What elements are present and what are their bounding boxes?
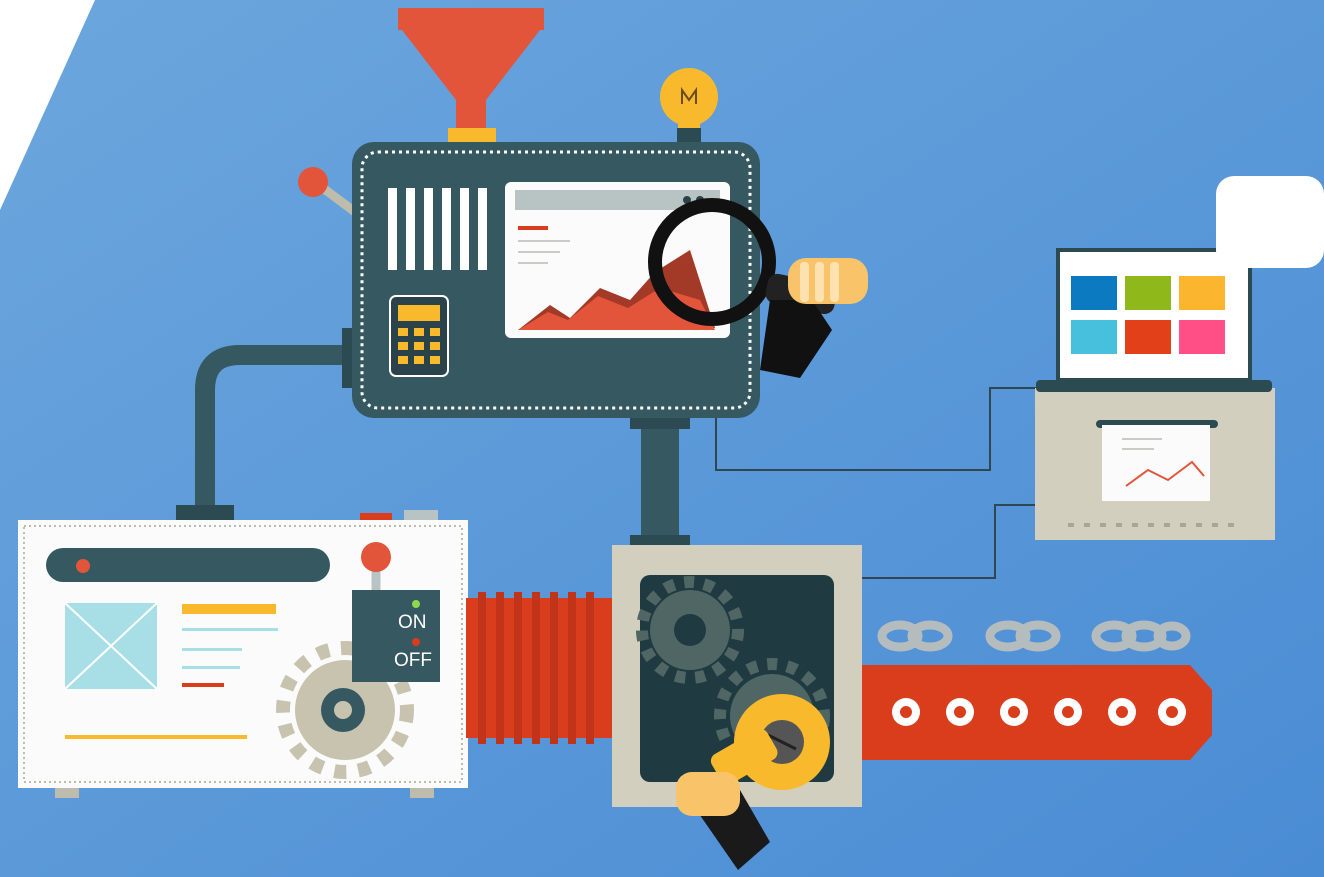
calculator-icon: [389, 295, 449, 377]
printer-station: [1035, 388, 1275, 540]
off-label: OFF: [394, 650, 432, 671]
image-placeholder-icon: [64, 602, 158, 690]
on-label: ON: [398, 612, 427, 633]
main-machine: [342, 142, 760, 418]
accordion-conveyor: [466, 592, 616, 744]
illustration: ON OFF: [0, 0, 1324, 877]
power-switch-icon: ON OFF: [352, 590, 440, 682]
left-panel-machine: ON OFF: [18, 510, 468, 798]
chain-belt: [862, 665, 1212, 760]
machine-process-illustration: ON OFF: [0, 0, 1324, 877]
